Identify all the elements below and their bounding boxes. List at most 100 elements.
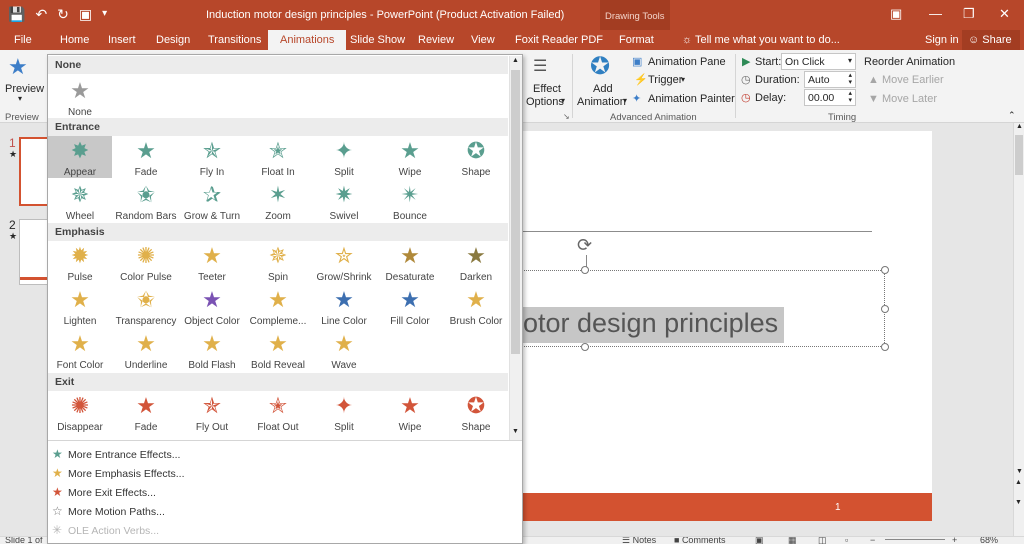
effect-fly-out[interactable]: ✯ Fly Out xyxy=(180,391,244,434)
trigger-dropdown-icon[interactable]: ▾ xyxy=(681,75,685,84)
effect-disappear[interactable]: ✺ Disappear xyxy=(48,391,112,434)
effect-options-label-1[interactable]: Effect xyxy=(533,83,561,95)
preview-icon[interactable]: ★ xyxy=(8,54,28,80)
preview-button[interactable]: Preview xyxy=(5,83,44,95)
effect-line-color[interactable]: ★ Line Color xyxy=(312,285,376,328)
slide-canvas[interactable]: ⟳ otor design principles 1 xyxy=(520,131,932,521)
scroll-up-icon[interactable]: ▲ xyxy=(1016,123,1023,130)
effect-bounce[interactable]: ✴ Bounce xyxy=(378,180,442,223)
undo-icon[interactable]: ↶ xyxy=(35,5,47,23)
effect-wave[interactable]: ★ Wave xyxy=(312,329,376,372)
effect-grow-shrink[interactable]: ✮ Grow/Shrink xyxy=(312,241,376,284)
zoom-in-icon[interactable]: + xyxy=(952,537,957,544)
tab-review[interactable]: Review xyxy=(418,34,454,46)
ole-action-verbs[interactable]: ✳ OLE Action Verbs... xyxy=(52,523,159,537)
trigger-icon[interactable]: ⚡ xyxy=(634,73,648,86)
effect-split[interactable]: ✦ Split xyxy=(312,136,376,179)
effect-object-color[interactable]: ★ Object Color xyxy=(180,285,244,328)
slide-sorter-icon[interactable]: ▦ xyxy=(788,537,797,544)
add-animation-label-1[interactable]: Add xyxy=(593,83,613,95)
slide-thumbnail-2[interactable] xyxy=(19,219,49,285)
share-button[interactable]: ☺ Share xyxy=(962,30,1020,50)
scroll-down-icon[interactable]: ▼ xyxy=(1016,468,1023,475)
collapse-ribbon-icon[interactable]: ⌃ xyxy=(1008,110,1016,121)
resize-handle[interactable] xyxy=(881,305,889,313)
spinner-arrows-icon[interactable]: ▴ ▾ xyxy=(848,72,852,86)
customize-icon[interactable]: ▾ xyxy=(102,5,107,23)
effect-random-bars[interactable]: ✬ Random Bars xyxy=(114,180,178,223)
more-emphasis-effects[interactable]: ★ More Emphasis Effects... xyxy=(52,466,185,480)
gallery-scroll-up-icon[interactable]: ▲ xyxy=(512,57,519,64)
gallery-scroll-thumb[interactable] xyxy=(511,70,520,354)
tab-format[interactable]: Format xyxy=(619,34,654,46)
tab-animations[interactable]: Animations xyxy=(268,30,347,51)
effect-split[interactable]: ✦ Split xyxy=(312,391,376,434)
present-icon[interactable]: ▣ xyxy=(79,5,92,23)
tab-slide-show[interactable]: Slide Show xyxy=(350,34,405,46)
resize-handle[interactable] xyxy=(881,343,889,351)
close-icon[interactable]: ✕ xyxy=(999,6,1010,22)
more-exit-effects[interactable]: ★ More Exit Effects... xyxy=(52,485,156,499)
start-select[interactable]: On Click ▾ xyxy=(781,53,856,70)
title-placeholder[interactable]: otor design principles xyxy=(520,270,885,347)
editor-scroll-thumb[interactable] xyxy=(1015,135,1023,175)
effect-spin[interactable]: ✵ Spin xyxy=(246,241,310,284)
effect-font-color[interactable]: ★ Font Color xyxy=(48,329,112,372)
effect-bold-reveal[interactable]: ★ Bold Reveal xyxy=(246,329,310,372)
move-earlier-button[interactable]: ▲ Move Earlier xyxy=(868,74,944,86)
effect-compleme[interactable]: ★ Compleme... xyxy=(246,285,310,328)
more-motion-paths[interactable]: ☆ More Motion Paths... xyxy=(52,504,165,518)
effect-fade[interactable]: ★ Fade xyxy=(114,391,178,434)
effect-darken[interactable]: ★ Darken xyxy=(444,241,508,284)
effect-options-label-2[interactable]: Options xyxy=(526,96,564,108)
slideshow-view-icon[interactable]: ▫ xyxy=(845,537,848,544)
title-text[interactable]: otor design principles xyxy=(521,307,785,343)
effect-options-dropdown-icon[interactable]: ▾ xyxy=(561,96,565,105)
duration-spinner[interactable]: Auto ▴ ▾ xyxy=(804,71,856,88)
gallery-scroll-down-icon[interactable]: ▼ xyxy=(512,428,519,435)
add-animation-icon[interactable]: ✪ xyxy=(590,52,610,81)
effect-transparency[interactable]: ✬ Transparency xyxy=(114,285,178,328)
spinner-arrows-icon[interactable]: ▴ ▾ xyxy=(848,90,852,104)
preview-dropdown-icon[interactable]: ▾ xyxy=(18,94,22,103)
effect-wipe[interactable]: ★ Wipe xyxy=(378,391,442,434)
effect-pulse[interactable]: ✹ Pulse xyxy=(48,241,112,284)
resize-handle[interactable] xyxy=(581,343,589,351)
effect-float-out[interactable]: ✭ Float Out xyxy=(246,391,310,434)
add-animation-dropdown-icon[interactable]: ▾ xyxy=(623,96,627,105)
editor-vertical-scrollbar[interactable]: ▲ ▼ ▲ ▼ xyxy=(1013,123,1024,536)
redo-icon[interactable]: ↻ xyxy=(57,5,69,23)
effect-wheel[interactable]: ✵ Wheel xyxy=(48,180,112,223)
effect-color-pulse[interactable]: ✺ Color Pulse xyxy=(114,241,178,284)
resize-handle[interactable] xyxy=(581,266,589,274)
effect-brush-color[interactable]: ★ Brush Color xyxy=(444,285,508,328)
tab-insert[interactable]: Insert xyxy=(108,34,136,46)
sign-in-link[interactable]: Sign in xyxy=(925,34,959,46)
effect-underline[interactable]: ★ Underline xyxy=(114,329,178,372)
effect-fly-in[interactable]: ✯ Fly In xyxy=(180,136,244,179)
rotate-handle-icon[interactable]: ⟳ xyxy=(577,235,592,256)
zoom-slider[interactable] xyxy=(885,539,945,540)
zoom-level[interactable]: 68% xyxy=(980,537,998,544)
tab-home[interactable]: Home xyxy=(60,34,89,46)
more-entrance-effects[interactable]: ★ More Entrance Effects... xyxy=(52,447,180,461)
tab-view[interactable]: View xyxy=(471,34,495,46)
animation-pane-icon[interactable]: ▣ xyxy=(632,55,642,68)
resize-handle[interactable] xyxy=(881,266,889,274)
ribbon-display-icon[interactable]: ▣ xyxy=(890,6,902,22)
previous-slide-icon[interactable]: ▲ xyxy=(1015,479,1022,486)
effect-shape[interactable]: ✪ Shape xyxy=(444,391,508,434)
delay-spinner[interactable]: 00.00 ▴ ▾ xyxy=(804,89,856,106)
trigger-button[interactable]: Trigger xyxy=(648,74,682,86)
next-slide-icon[interactable]: ▼ xyxy=(1015,499,1022,506)
effect-fade[interactable]: ★ Fade xyxy=(114,136,178,179)
effect-grow-turn[interactable]: ✰ Grow & Turn xyxy=(180,180,244,223)
effect-shape[interactable]: ✪ Shape xyxy=(444,136,508,179)
effect-wipe[interactable]: ★ Wipe xyxy=(378,136,442,179)
minimize-icon[interactable]: — xyxy=(929,6,942,21)
zoom-out-icon[interactable]: − xyxy=(870,537,875,544)
effect-appear[interactable]: ✸ Appear xyxy=(48,136,112,178)
effect-bold-flash[interactable]: ★ Bold Flash xyxy=(180,329,244,372)
slide-thumbnail-1[interactable] xyxy=(19,137,49,206)
effect-none[interactable]: ★ None xyxy=(48,80,112,119)
